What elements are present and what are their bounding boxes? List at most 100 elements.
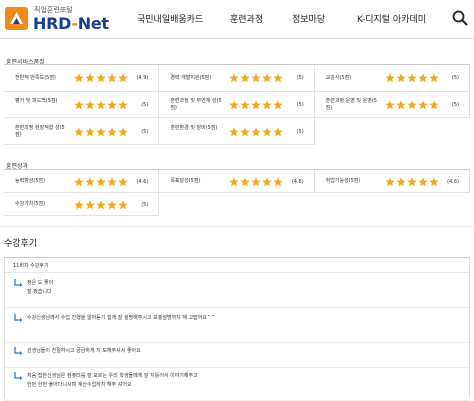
rating-cell: 평가 및 피드백(5점) (5) xyxy=(4,91,160,119)
star-icon xyxy=(229,176,240,186)
review-text: 선생님들이 친절하시고 궁금하게 지 도해주셔서 좋아요 xyxy=(27,348,141,354)
rating-label: 훈련과정 운영 및 운영(5점) xyxy=(325,97,377,111)
rating-label: 훈련환경 및 장비(5점) xyxy=(170,124,218,131)
site-header: 직업훈련포털 HRD-Net 국민내일배움카드 훈련과정 정보마당 K-디지털 … xyxy=(0,0,474,38)
review-item: 처음 접한신생님은 컴퓨터를 잘 모르는 우리 학생들에게 잘 지틀어서 이야기… xyxy=(5,371,469,401)
star-icon xyxy=(74,199,84,209)
star-icon xyxy=(118,73,128,83)
review-heading: 수강후기 xyxy=(4,239,38,249)
nav-item-courses[interactable]: 훈련과정 xyxy=(230,12,263,25)
star-rating xyxy=(74,176,128,187)
rating-score: (5) xyxy=(296,101,304,108)
star-rating xyxy=(229,100,284,110)
rating-cell: 경력 개발지원(5점) (5) xyxy=(159,65,315,92)
outcome-rating-grid: 능력향상(5점) (4.6) 목표달성(5점) (4.6) 취업가능성(5점) (4.6)… xyxy=(4,169,470,216)
star-icon xyxy=(395,73,406,83)
header-divider xyxy=(0,38,474,39)
star-icon xyxy=(262,127,273,136)
star-icon xyxy=(406,100,417,110)
star-rating xyxy=(384,176,439,187)
nav-item-info[interactable]: 정보마당 xyxy=(292,12,325,25)
star-icon xyxy=(240,100,251,110)
star-icon xyxy=(85,199,95,209)
star-icon xyxy=(406,176,417,186)
star-icon xyxy=(251,100,262,110)
star-icon xyxy=(74,73,84,83)
star-icon xyxy=(428,100,439,110)
review-text: 한번 한번 풀어다니시며 계산수업하지 해주 셔어요 xyxy=(27,382,132,388)
review-item: 정은 도 좋이 잘 봤습니다 xyxy=(5,278,469,308)
rating-cell: 훈련과정 및 부연계 성(5점) (5) xyxy=(159,91,315,119)
star-icon xyxy=(85,127,95,136)
star-icon xyxy=(96,176,106,186)
rating-score: (5) xyxy=(141,128,149,135)
rating-cell: 수강가치(5점) (5) xyxy=(4,193,160,216)
star-icon xyxy=(229,100,240,110)
review-list: 11회차 수강후기 정은 도 좋이 잘 봤습니다수강신생님께서 수업 진행을 알아… xyxy=(4,257,470,401)
star-icon xyxy=(417,100,428,110)
review-count-label: 11회차 수강후기 xyxy=(13,263,49,269)
rating-score: (5) xyxy=(141,101,149,108)
star-icon xyxy=(229,73,240,83)
star-icon xyxy=(428,73,439,83)
star-icon xyxy=(118,176,128,186)
star-icon xyxy=(96,100,106,110)
rating-label: 훈련과정 현장적합 성(5점) xyxy=(15,124,65,138)
star-icon xyxy=(107,176,117,186)
star-rating xyxy=(74,100,128,110)
rating-cell: 훈련과정 현장적합 성(5점) (5) xyxy=(4,118,160,145)
star-icon xyxy=(428,176,439,186)
service-rating-grid: 전반적 만족도(5점) (4.9) 경력 개발지원(5점) (5) 교강사(5점) (5)… xyxy=(4,64,470,145)
star-icon xyxy=(273,127,284,136)
review-item: 수강신생님께서 수업 진행을 알아듣기 쉽게 잘 설명해주시고 보충설명까지 해… xyxy=(5,313,469,343)
rating-label: 교강사(5점) xyxy=(325,74,352,81)
rating-label: 목표달성(5점) xyxy=(170,178,201,184)
review-text: 정은 도 좋이 xyxy=(27,280,54,286)
star-icon xyxy=(118,199,128,209)
star-rating xyxy=(384,73,439,83)
rating-cell: 훈련과정 운영 및 운영(5점) (5) xyxy=(314,91,470,119)
star-icon xyxy=(74,127,84,136)
review-item: 선생님들이 친절하시고 궁금하게 지 도해주셔서 좋아요 xyxy=(5,346,469,368)
rating-score: (5) xyxy=(296,75,304,82)
rating-label: 수강가치(5점) xyxy=(15,201,46,207)
star-icon xyxy=(251,127,262,136)
star-icon xyxy=(251,73,262,83)
star-rating xyxy=(229,176,284,187)
rating-label: 평가 및 피드백(5점) xyxy=(15,97,58,104)
star-rating xyxy=(229,73,284,83)
star-rating xyxy=(74,199,128,210)
star-icon xyxy=(417,73,428,83)
rating-cell: 취업가능성(5점) (4.6) xyxy=(314,170,470,193)
star-icon xyxy=(118,100,128,110)
nav-item-k-digital[interactable]: K-디지털 아카데미 xyxy=(357,12,426,25)
review-text: 처음 접한신생님은 컴퓨터를 잘 모르는 우리 학생들에게 잘 지틀어서 이야기… xyxy=(27,373,198,379)
star-icon xyxy=(118,127,128,136)
review-text: 수강신생님께서 수업 진행을 알아듣기 쉽게 잘 설명해주시고 보충설명까지 해… xyxy=(27,315,216,321)
nav-item-learning-card[interactable]: 국민내일배움카드 xyxy=(137,12,203,25)
rating-score: (5) xyxy=(296,128,304,135)
star-rating xyxy=(74,127,128,137)
star-icon xyxy=(240,176,251,186)
rating-label: 취업가능성(5점) xyxy=(325,178,361,184)
reply-arrow-icon xyxy=(14,279,23,287)
star-icon xyxy=(262,100,273,110)
star-icon xyxy=(273,176,284,186)
rating-score: (4.6) xyxy=(291,178,304,185)
star-icon xyxy=(273,73,284,83)
rating-cell: 교강사(5점) (5) xyxy=(314,65,470,92)
star-icon xyxy=(384,100,395,110)
rating-cell: 능력향상(5점) (4.6) xyxy=(4,170,160,193)
search-icon[interactable] xyxy=(452,10,468,26)
rating-score: (5) xyxy=(451,75,459,82)
main-nav: 국민내일배움카드 훈련과정 정보마당 K-디지털 아카데미 xyxy=(0,12,474,28)
rating-label: 능력향상(5점) xyxy=(15,178,46,184)
reply-arrow-icon xyxy=(14,347,23,355)
reply-arrow-icon xyxy=(14,372,23,380)
star-icon xyxy=(107,100,117,110)
star-icon xyxy=(107,127,117,136)
rating-label: 경력 개발지원(5점) xyxy=(170,74,212,81)
star-icon xyxy=(262,176,273,186)
star-icon xyxy=(240,73,251,83)
star-icon xyxy=(395,176,406,186)
